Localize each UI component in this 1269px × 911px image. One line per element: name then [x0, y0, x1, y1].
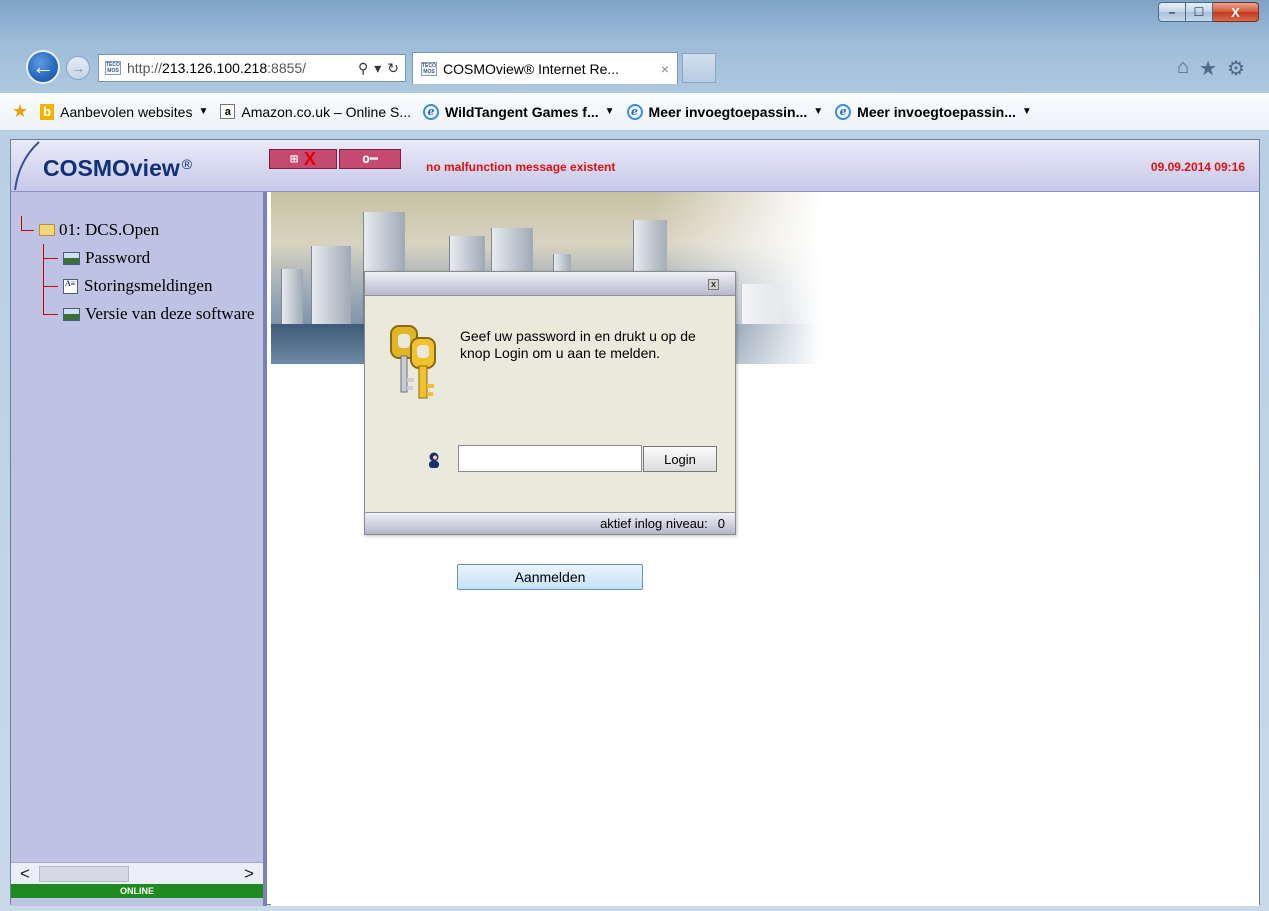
- back-arrow-icon: ←: [32, 54, 54, 79]
- current-datetime: 09.09.2014 09:16: [1150, 160, 1245, 174]
- window-controls: – ☐ X: [1158, 2, 1259, 22]
- favorites-star-icon[interactable]: ★: [1199, 56, 1217, 81]
- address-bar[interactable]: TECOS MOS http://213.126.100.218:8855/ ⚲…: [98, 54, 406, 82]
- aanmelden-button[interactable]: Aanmelden: [457, 564, 643, 590]
- scroll-left-icon[interactable]: <: [11, 864, 39, 884]
- favorite-item-meer-2[interactable]: e Meer invoegtoepassin... ▼: [835, 103, 1032, 120]
- navigation-tree: 01: DCS.Open Password A≡ Storingsmelding…: [21, 216, 254, 328]
- scroll-right-icon[interactable]: >: [235, 864, 263, 884]
- login-level-value: 0: [717, 516, 725, 531]
- login-key-button[interactable]: o━: [339, 149, 401, 169]
- favorite-item-meer-1[interactable]: e Meer invoegtoepassin... ▼: [626, 103, 824, 120]
- refresh-icon[interactable]: ↻: [387, 60, 399, 77]
- login-level-label: aktief inlog niveau:: [600, 516, 708, 531]
- malfunction-status: no malfunction message existent: [426, 160, 616, 174]
- key-icon: o━: [362, 151, 378, 167]
- address-dropdown-icon[interactable]: ▾: [374, 60, 381, 77]
- screen-icon: [63, 251, 80, 265]
- favorite-item-aanbevolen[interactable]: b Aanbevolen websites ▼: [40, 103, 209, 120]
- ie-icon: e: [423, 103, 439, 120]
- favorites-bar: ★ b Aanbevolen websites ▼ a Amazon.co.uk…: [0, 93, 1269, 131]
- user-icon: [429, 452, 439, 468]
- favorite-item-wildtangent[interactable]: e WildTangent Games f... ▼: [423, 103, 615, 120]
- site-favicon-icon: TECOS MOS: [105, 61, 121, 75]
- url-text: http://213.126.100.218:8855/: [127, 60, 307, 76]
- favorite-item-amazon[interactable]: a Amazon.co.uk – Online S...: [220, 104, 411, 120]
- dropdown-caret-icon: ▼: [1021, 106, 1032, 117]
- tree-close-button[interactable]: ⊞ X: [269, 149, 337, 169]
- scroll-thumb[interactable]: [39, 865, 129, 882]
- tree-root[interactable]: 01: DCS.Open: [21, 216, 254, 244]
- tab-title: COSMOview® Internet Re...: [443, 60, 620, 77]
- window-titlebar: – ☐ X: [0, 0, 1269, 44]
- close-x-icon: X: [303, 149, 316, 169]
- online-status: ONLINE: [11, 884, 263, 898]
- dialog-statusbar: aktief inlog niveau: 0: [365, 512, 735, 534]
- tree-item-label: Versie van deze software: [85, 304, 255, 323]
- bing-icon: b: [40, 103, 55, 120]
- tree-root-label: 01: DCS.Open: [59, 220, 160, 239]
- sidebar: 01: DCS.Open Password A≡ Storingsmelding…: [11, 192, 267, 906]
- amazon-icon: a: [220, 104, 236, 119]
- dropdown-caret-icon: ▼: [604, 106, 615, 117]
- search-icon[interactable]: ⚲: [358, 60, 368, 77]
- tree-item-storingsmeldingen[interactable]: A≡ Storingsmeldingen: [21, 272, 254, 300]
- folder-icon: [39, 224, 55, 236]
- forward-button[interactable]: →: [66, 56, 90, 80]
- screen-icon: [63, 307, 80, 321]
- app-logo: COSMOview ®: [43, 154, 193, 181]
- back-button[interactable]: ←: [26, 50, 60, 84]
- app-header: COSMOview ® ⊞ X o━ no malfunction message…: [11, 140, 1259, 192]
- login-button[interactable]: Login: [643, 446, 717, 472]
- browser-right-icons: ⌂ ★ ⚙: [1177, 56, 1245, 81]
- ie-icon: e: [835, 103, 852, 120]
- dialog-titlebar: x: [365, 272, 735, 296]
- forward-arrow-icon: →: [71, 60, 85, 76]
- login-dialog: x Geef uw password in en drukt u op de k…: [364, 271, 736, 535]
- ie-icon: e: [626, 103, 643, 120]
- tree-item-password[interactable]: Password: [21, 244, 254, 272]
- minimize-button[interactable]: –: [1158, 2, 1186, 22]
- dropdown-caret-icon: ▼: [813, 106, 824, 117]
- tab-favicon-icon: TECOS MOS: [421, 61, 437, 76]
- tab-close-icon[interactable]: ×: [661, 61, 669, 77]
- tree-item-label: Password: [85, 248, 151, 267]
- add-favorite-star-icon[interactable]: ★: [12, 101, 28, 122]
- maximize-button[interactable]: ☐: [1186, 2, 1213, 22]
- browser-navigation: ← → TECOS MOS http://213.126.100.218:885…: [0, 44, 1269, 92]
- home-icon[interactable]: ⌂: [1177, 56, 1189, 81]
- settings-gear-icon[interactable]: ⚙: [1227, 56, 1245, 81]
- new-tab-button[interactable]: [682, 53, 716, 83]
- sidebar-horizontal-scrollbar[interactable]: < >: [11, 862, 263, 884]
- close-window-button[interactable]: X: [1213, 2, 1259, 22]
- tree-icon: ⊞: [290, 151, 298, 167]
- keys-icon: [390, 325, 436, 399]
- list-icon: A≡: [63, 278, 78, 294]
- dialog-close-icon[interactable]: x: [708, 279, 719, 290]
- browser-tab-active[interactable]: TECOS MOS COSMOview® Internet Re... ×: [412, 52, 678, 84]
- tree-item-versie[interactable]: Versie van deze software: [21, 300, 254, 328]
- password-input[interactable]: [458, 445, 642, 472]
- tree-item-label: Storingsmeldingen: [84, 276, 213, 295]
- dropdown-caret-icon: ▼: [198, 106, 209, 117]
- dialog-message: Geef uw password in en drukt u op de kno…: [460, 328, 696, 361]
